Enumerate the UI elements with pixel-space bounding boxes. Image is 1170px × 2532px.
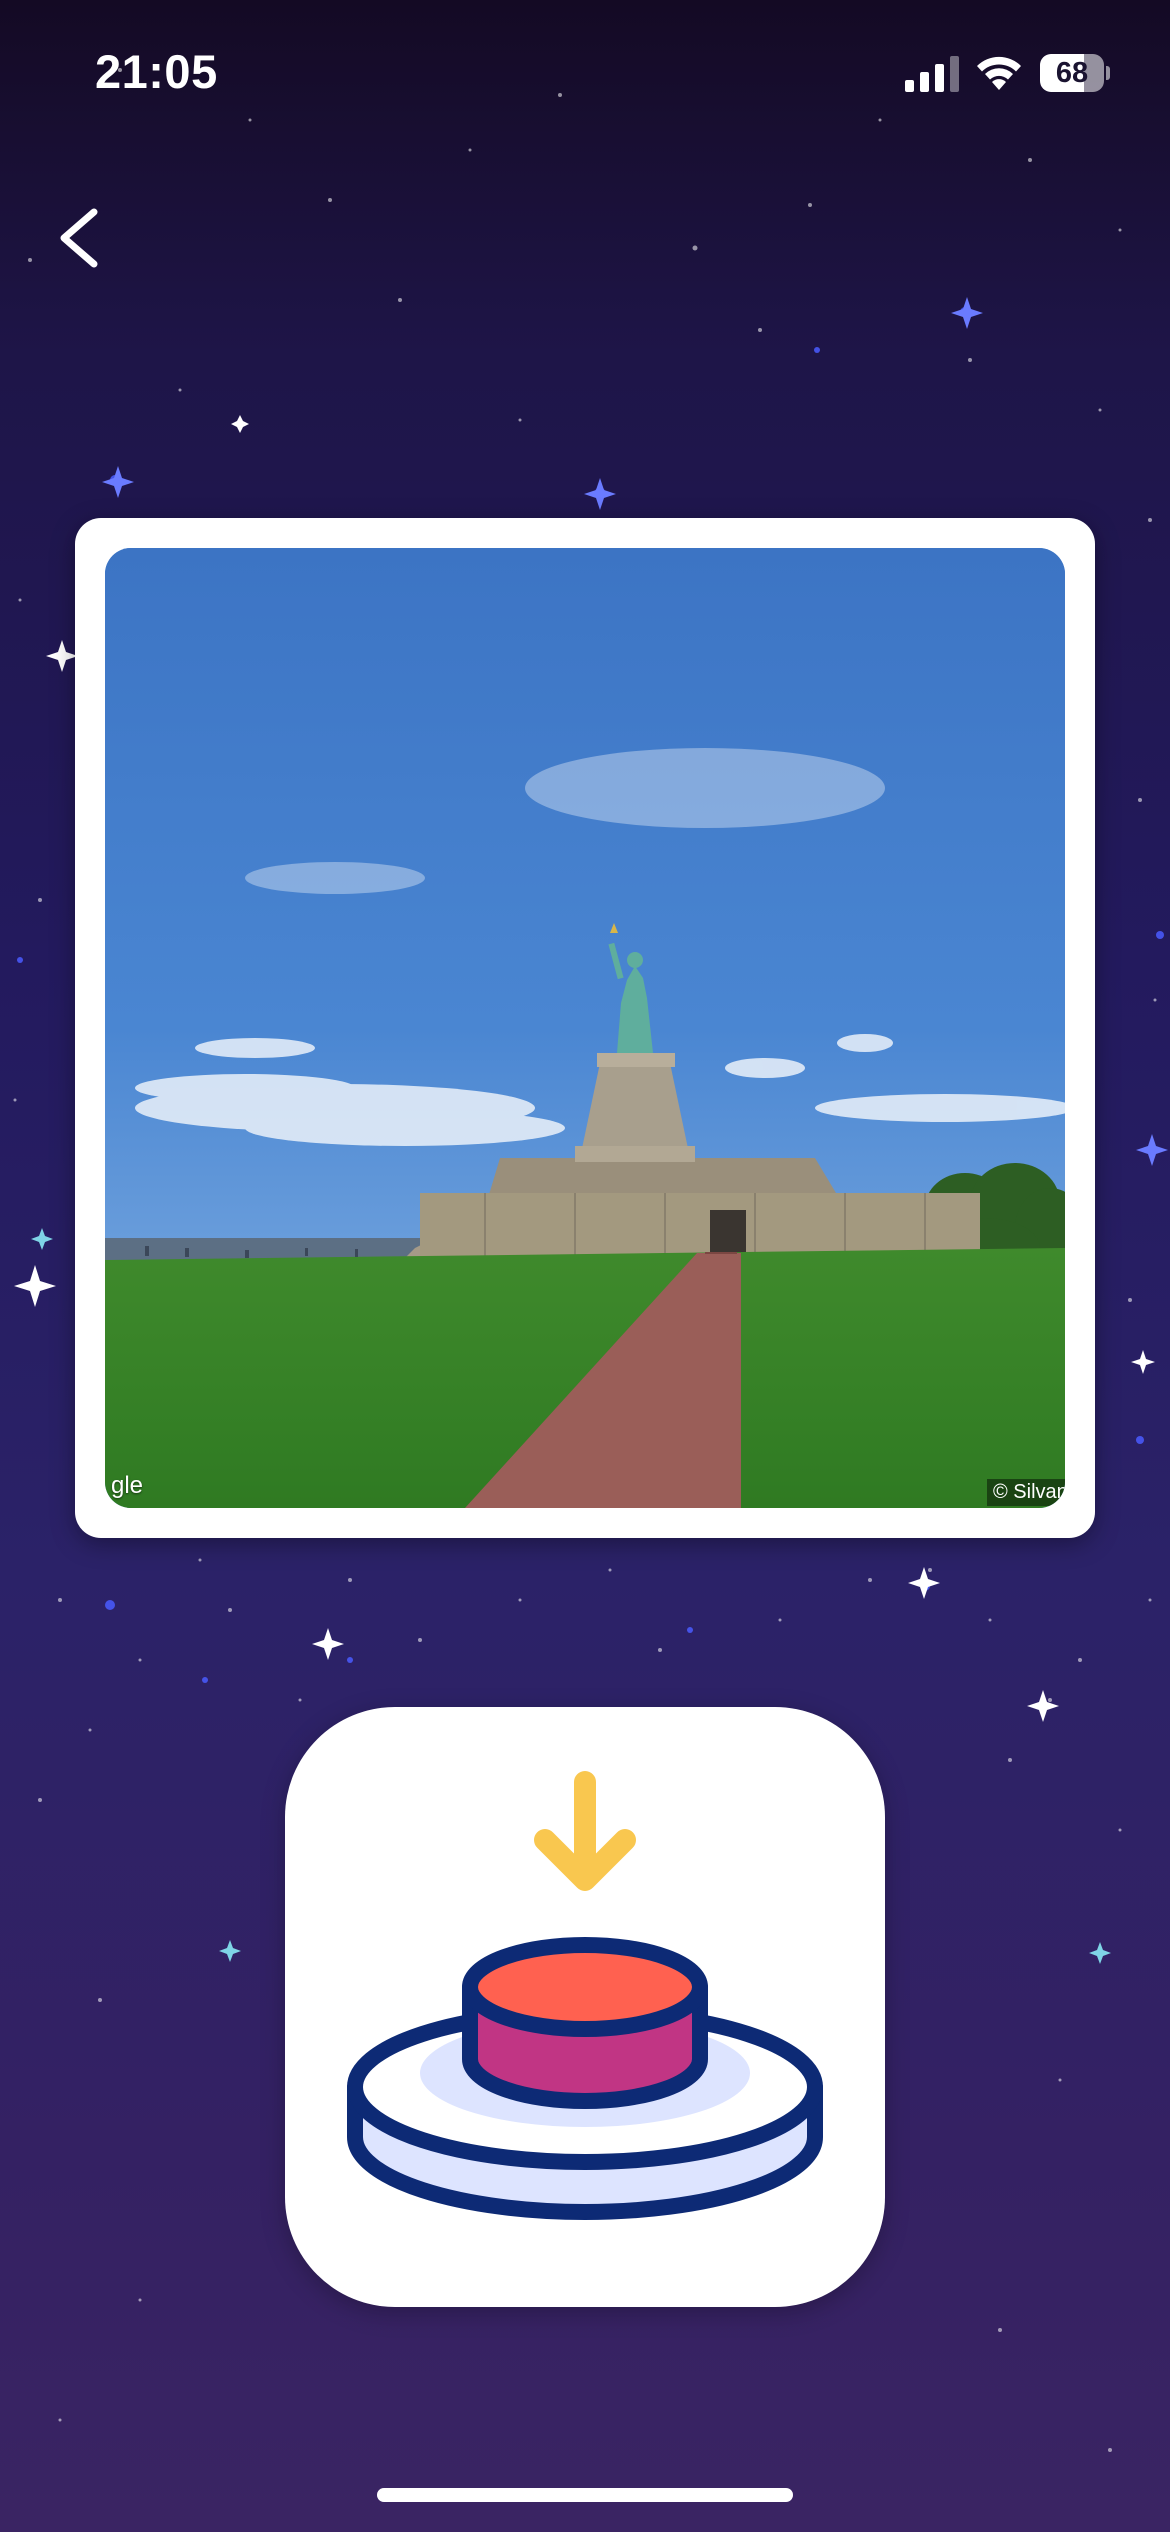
drop-button[interactable] bbox=[285, 1707, 885, 2307]
back-button[interactable] bbox=[40, 190, 120, 286]
photo-credit-left: gle bbox=[111, 1472, 144, 1499]
street-view-photo[interactable]: gle © Silvan bbox=[105, 548, 1065, 1508]
status-bar: 21:05 68 bbox=[0, 0, 1170, 150]
home-indicator[interactable] bbox=[377, 2488, 793, 2502]
battery-level: 68 bbox=[1055, 57, 1089, 89]
wifi-icon bbox=[977, 56, 1021, 90]
press-button-icon bbox=[347, 1771, 823, 2220]
battery-icon: 68 bbox=[1040, 54, 1110, 92]
cell-signal-icon bbox=[905, 56, 959, 92]
status-time: 21:05 bbox=[95, 45, 218, 98]
statue-of-liberty-image bbox=[105, 548, 1065, 1508]
photo-credit-right: © Silvan bbox=[987, 1479, 1065, 1506]
chevron-left-icon bbox=[60, 208, 98, 268]
photo-card: gle © Silvan bbox=[75, 518, 1095, 1538]
arrow-down-icon bbox=[534, 1771, 636, 1891]
